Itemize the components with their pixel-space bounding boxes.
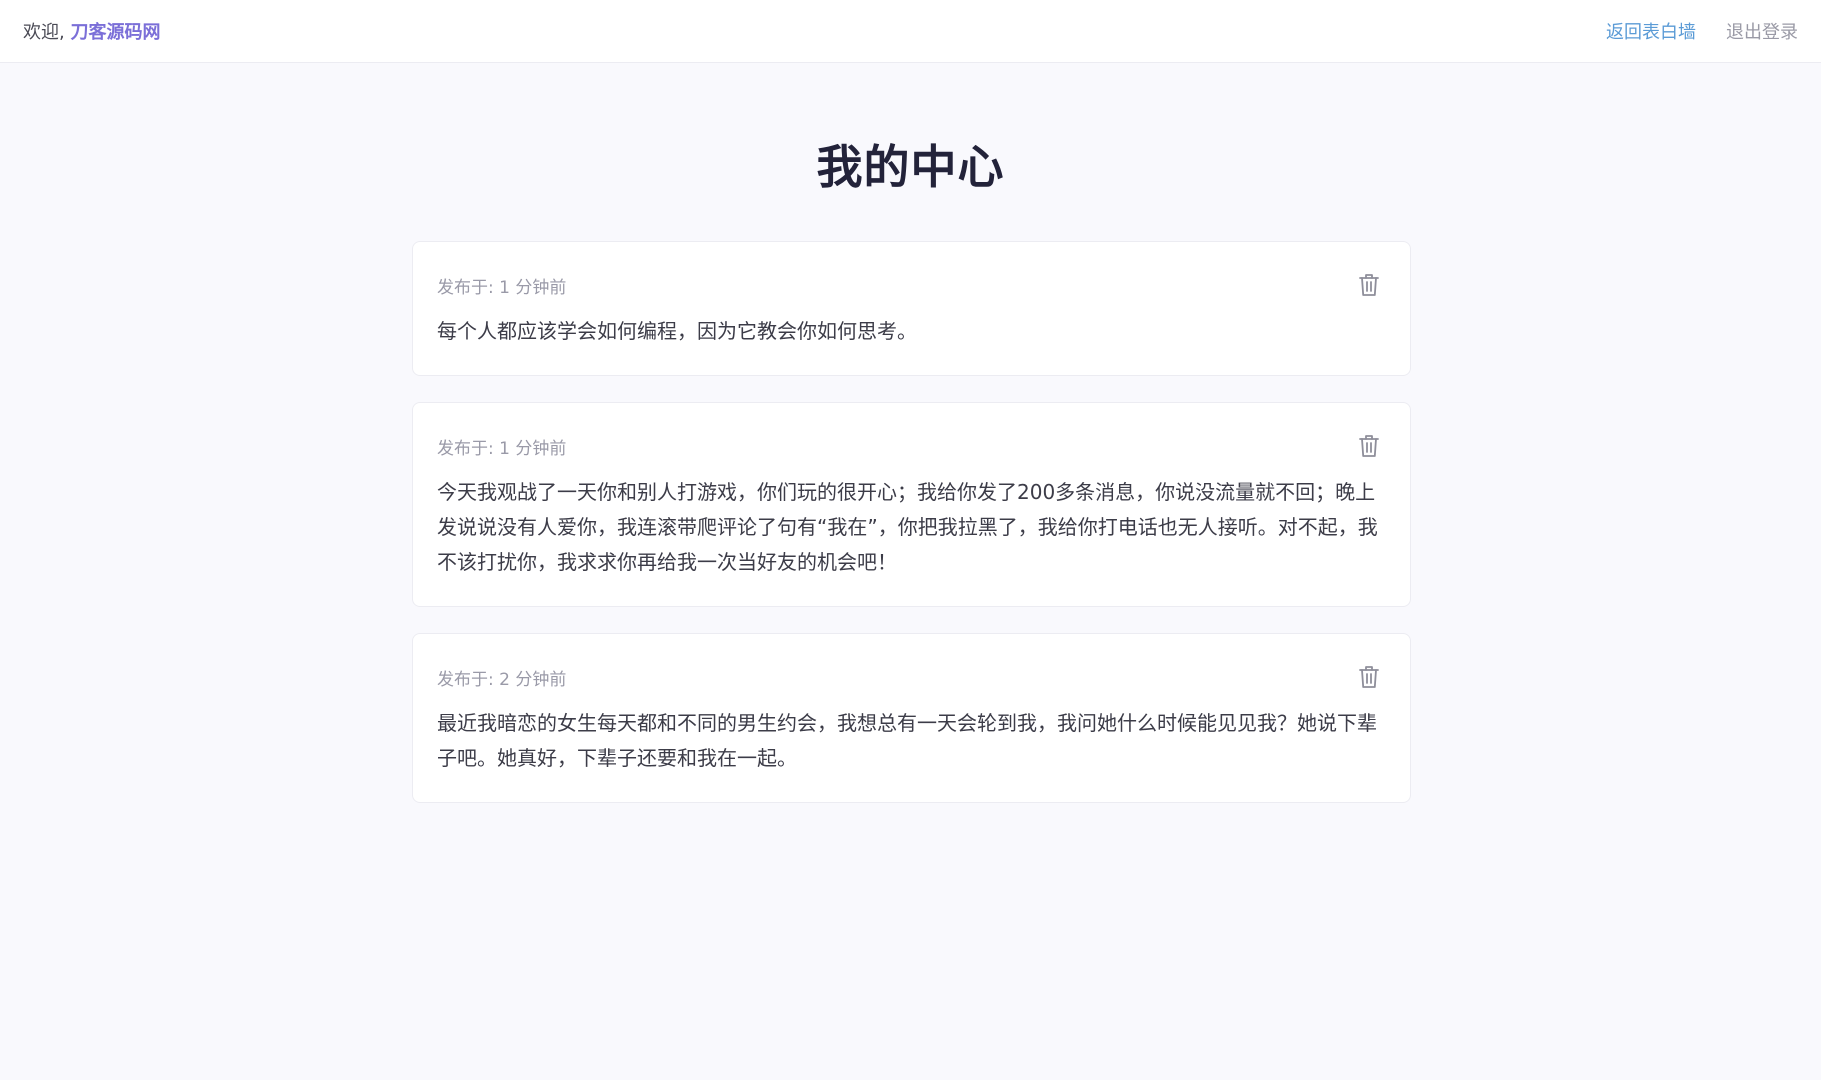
delete-post-button[interactable] xyxy=(1358,272,1380,298)
post-content: 每个人都应该学会如何编程，因为它教会你如何思考。 xyxy=(437,319,917,343)
trash-icon xyxy=(1359,435,1379,457)
delete-post-button[interactable] xyxy=(1358,664,1380,690)
post-content: 今天我观战了一天你和别人打游戏，你们玩的很开心；我给你发了200多条消息，你说没… xyxy=(437,480,1378,574)
top-bar: 欢迎, 刀客源码网 返回表白墙 退出登录 xyxy=(0,0,1821,63)
page-title: 我的中心 xyxy=(816,140,1005,194)
welcome-text: 欢迎, 刀客源码网 xyxy=(23,18,160,44)
post-time: 发布于: 2 分钟前 xyxy=(437,670,567,690)
header-nav: 返回表白墙 退出登录 xyxy=(1606,18,1798,44)
logout-link[interactable]: 退出登录 xyxy=(1726,18,1798,44)
post-content: 最近我暗恋的女生每天都和不同的男生约会，我想总有一天会轮到我，我问她什么时候能见… xyxy=(437,711,1377,770)
delete-post-button[interactable] xyxy=(1358,433,1380,459)
post-list: 发布于: 1 分钟前 每个人都应该学会如何编程，因为它教会你如何思考。 发布于:… xyxy=(412,241,1411,803)
back-to-wall-link[interactable]: 返回表白墙 xyxy=(1606,18,1696,44)
username: 刀客源码网 xyxy=(70,22,161,43)
post-card: 发布于: 1 分钟前 每个人都应该学会如何编程，因为它教会你如何思考。 xyxy=(412,241,1411,376)
welcome-prefix: 欢迎, xyxy=(23,22,71,43)
trash-icon xyxy=(1359,274,1379,296)
post-card: 发布于: 1 分钟前 今天我观战了一天你和别人打游戏，你们玩的很开心；我给你发了… xyxy=(412,402,1411,607)
post-time: 发布于: 1 分钟前 xyxy=(437,439,567,459)
trash-icon xyxy=(1359,666,1379,688)
post-card: 发布于: 2 分钟前 最近我暗恋的女生每天都和不同的男生约会，我想总有一天会轮到… xyxy=(412,633,1411,803)
post-time: 发布于: 1 分钟前 xyxy=(437,278,567,298)
